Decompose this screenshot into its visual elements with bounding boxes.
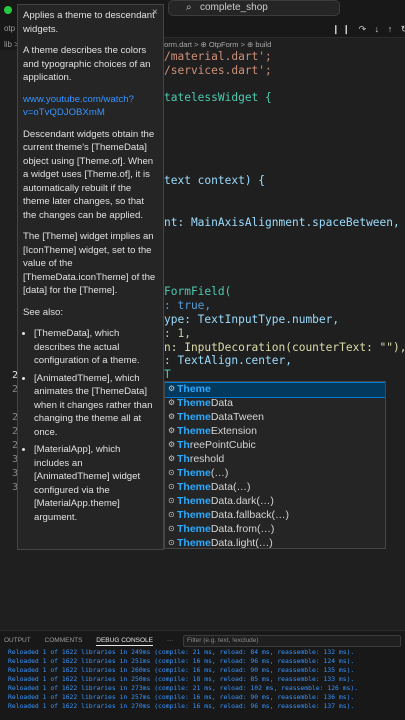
tab-comments[interactable]: COMMENTS [45,637,83,644]
doc-paragraph: The [Theme] widget implies an [IconTheme… [23,231,156,296]
doc-paragraph: A theme describes the colors and typogra… [23,45,151,83]
console-log-line: Reloaded 1 of 1622 libraries in 260ms (c… [8,666,355,674]
tab-debug-console[interactable]: DEBUG CONSOLE [96,637,153,646]
autocomplete-list[interactable]: ⚙ Theme ⚙ ThemeData ⚙ ThemeDataTween ⚙ Theme… [164,381,386,549]
code-line: ype: TextInputType.number, [164,313,340,326]
hover-documentation[interactable]: Applies a theme to descendant widgets. A… [17,4,164,550]
suggestion-item[interactable]: ⚙ ThemeDataTween [165,411,385,425]
pause-icon[interactable]: ❙❙ [332,24,353,34]
step-into-icon[interactable]: ↓ [375,24,383,34]
constructor-icon: ⊙ [168,524,175,533]
code-line: /material.dart'; [164,50,272,63]
close-icon[interactable]: × [152,7,158,18]
code-line: : TextAlign.center, [164,354,292,367]
doc-see-also: See also: [23,306,64,318]
suggestion-item[interactable]: ⚙ Threshold [165,453,385,467]
code-line: n: InputDecoration(counterText: ""), [164,341,405,354]
doc-paragraph: Descendant widgets obtain the current th… [23,128,155,221]
suggestion-item[interactable]: ⊙ Theme(…) [165,467,385,481]
filter-placeholder: Filter (e.g. text, !exclude) [187,637,259,644]
constructor-icon: ⊙ [168,538,175,547]
status-bar [0,712,405,720]
constructor-icon: ⊙ [168,468,175,477]
class-icon: ⚙ [168,398,176,407]
doc-see-also-list: [ThemeData], which describes the actual … [23,327,158,524]
code-line-cursor[interactable]: T [164,368,171,381]
constructor-icon: ⊙ [168,510,175,519]
doc-link[interactable]: www.youtube.com/watch?v=oTvQDJOBXmM [23,93,158,120]
class-icon: ⚙ [168,440,176,449]
doc-bullet: [MaterialApp], which includes an [Animat… [34,443,158,524]
doc-summary: Applies a theme to descendant widgets. [23,10,155,35]
code-line: : 1, [164,327,191,340]
console-log-line: Reloaded 1 of 1622 libraries in 251ms (c… [8,657,355,665]
tab-output[interactable]: OUTPUT [4,637,31,644]
console-log-line: Reloaded 1 of 1622 libraries in 273ms (c… [8,684,359,692]
console-log-line: Reloaded 1 of 1622 libraries in 249ms (c… [8,648,355,656]
code-line: text context) { [164,174,266,187]
code-line: nt: MainAxisAlignment.spaceBetween, [164,216,400,229]
panel-tabs: OUTPUT COMMENTS DEBUG CONSOLE ··· [4,637,185,646]
search-icon[interactable]: ⌕ [186,2,192,13]
breadcrumb[interactable]: form.dart > ⊕ OtpForm > ⊕ build [162,40,271,49]
step-over-icon[interactable]: ↷ [359,24,370,34]
suggestion-item[interactable]: ⊙ ThemeData(…) [165,481,385,495]
class-icon: ⚙ [168,454,176,463]
suggestion-item[interactable]: ⚙ ThemeData [165,397,385,411]
suggestion-item[interactable]: ⊙ ThemeData.fallback(…) [165,509,385,523]
bottom-panel: OUTPUT COMMENTS DEBUG CONSOLE ··· Filter… [0,630,405,720]
suggestion-item[interactable]: ⚙ Theme [165,382,385,398]
code-line: /services.dart'; [164,64,272,77]
suggestion-item[interactable]: ⊙ ThemeData.dark(…) [165,495,385,509]
step-out-icon[interactable]: ↑ [388,24,396,34]
suggestion-item[interactable]: ⚙ ThemeExtension [165,425,385,439]
doc-bullet: [AnimatedTheme], which animates the [The… [34,372,158,440]
restart-icon[interactable]: ↻ [401,24,405,34]
explorer-item-fragment[interactable]: otp [4,24,15,33]
code-line: FormField( [164,285,232,298]
class-icon: ⚙ [168,384,176,393]
console-log-line: Reloaded 1 of 1622 libraries in 257ms (c… [8,693,355,701]
class-icon: ⚙ [168,412,176,421]
code-line: tatelessWidget { [164,91,272,104]
status-dot-icon [4,6,12,14]
more-icon[interactable]: ··· [167,637,174,644]
code-line: : true, [164,299,212,312]
suggestion-item[interactable]: ⚙ ThreePointCubic [165,439,385,453]
doc-bullet: [ThemeData], which describes the actual … [34,327,158,368]
suggestion-item[interactable]: ⊙ ThemeData.light(…) [165,537,385,548]
window-title: complete_shop [200,2,268,13]
debug-toolbar[interactable]: ❙❙ ↷ ↓ ↑ ↻ □ [332,24,405,35]
class-icon: ⚙ [168,426,176,435]
console-log-line: Reloaded 1 of 1622 libraries in 270ms (c… [8,702,355,710]
console-log-line: Reloaded 1 of 1622 libraries in 250ms (c… [8,675,355,683]
suggestion-item[interactable]: ⊙ ThemeData.from(…) [165,523,385,537]
constructor-icon: ⊙ [168,496,175,505]
constructor-icon: ⊙ [168,482,175,491]
